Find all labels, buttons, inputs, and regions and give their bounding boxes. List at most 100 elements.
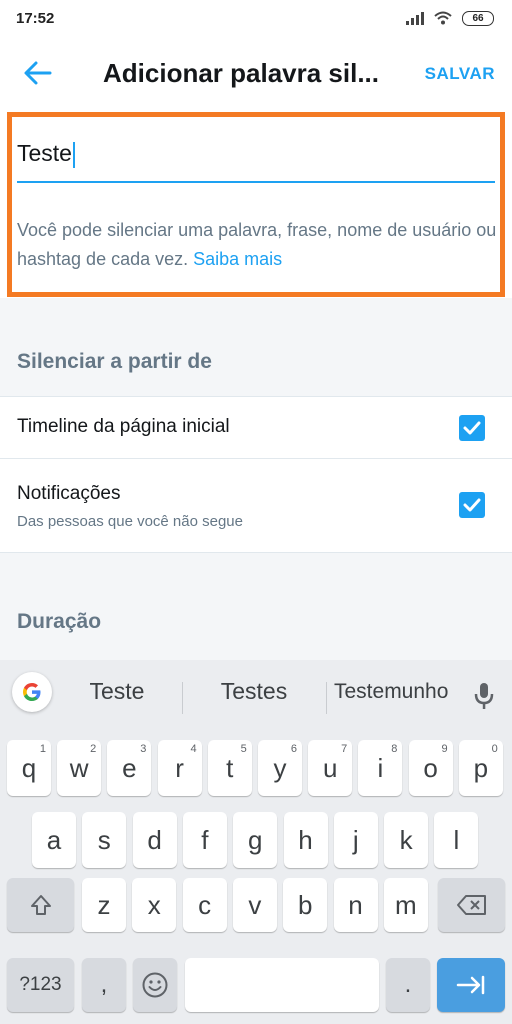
comma-key[interactable]: , (82, 958, 126, 1012)
backspace-icon (456, 895, 486, 915)
status-bar: 17:52 66 (0, 0, 512, 36)
key-c[interactable]: c (182, 878, 227, 932)
key-label: b (297, 889, 313, 920)
key-r[interactable]: r4 (157, 740, 202, 796)
suggestion-divider (182, 682, 183, 714)
key-label: h (298, 824, 313, 855)
symbols-key[interactable]: ?123 (7, 958, 74, 1012)
key-hint: 6 (290, 743, 297, 755)
app-bar: Adicionar palavra sil... SALVAR (0, 36, 512, 110)
key-m[interactable]: m (383, 878, 428, 932)
row-sublabel: Das pessoas que você não segue (17, 513, 243, 530)
key-hint: 4 (190, 743, 197, 755)
google-button[interactable] (12, 672, 52, 712)
key-t[interactable]: t5 (207, 740, 252, 796)
mute-notifications-row[interactable]: Notificações Das pessoas que você não se… (0, 458, 512, 553)
key-label: m (394, 889, 417, 920)
page-title: Adicionar palavra sil... (103, 58, 379, 88)
signal-icon (406, 11, 424, 25)
key-hint: 7 (341, 743, 348, 755)
enter-icon (456, 975, 485, 995)
key-label: z (97, 889, 111, 920)
checkbox-checked-icon (463, 421, 481, 435)
period-key[interactable]: . (386, 958, 430, 1012)
shift-icon (30, 895, 51, 915)
key-o[interactable]: o9 (408, 740, 453, 796)
key-u[interactable]: u7 (308, 740, 353, 796)
key-q[interactable]: q1 (7, 740, 51, 796)
key-label: e (122, 752, 137, 783)
duration-heading: Duração (17, 610, 102, 633)
suggestion-2[interactable]: Testes (196, 678, 312, 705)
key-w[interactable]: w2 (57, 740, 102, 796)
key-label: i (377, 752, 384, 783)
key-label: s (97, 824, 111, 855)
key-label: w (69, 752, 89, 783)
mic-icon (474, 683, 494, 709)
emoji-key[interactable] (133, 958, 177, 1012)
key-g[interactable]: g (233, 812, 278, 868)
key-y[interactable]: y6 (258, 740, 302, 796)
key-s[interactable]: s (82, 812, 127, 868)
status-time: 17:52 (16, 9, 55, 27)
suggestion-divider (326, 682, 327, 714)
emoji-icon (142, 972, 168, 998)
key-label: a (46, 824, 62, 855)
key-i[interactable]: i8 (358, 740, 403, 796)
back-button[interactable] (22, 58, 54, 88)
key-label: y (273, 752, 287, 783)
key-label: p (473, 752, 489, 783)
key-z[interactable]: z (82, 878, 126, 932)
key-label: v (248, 889, 262, 920)
key-e[interactable]: e3 (107, 740, 152, 796)
key-label: c (198, 889, 212, 920)
mic-button[interactable] (474, 682, 494, 715)
key-p[interactable]: p0 (458, 740, 503, 796)
mute-from-heading: Silenciar a partir de (17, 350, 212, 373)
key-k[interactable]: k (384, 812, 429, 868)
key-label: d (147, 824, 162, 855)
key-h[interactable]: h (283, 812, 328, 868)
backspace-key[interactable] (438, 878, 505, 932)
key-f[interactable]: f (182, 812, 227, 868)
key-hint: 9 (441, 743, 448, 755)
suggestion-bar: Teste Testes Testemunho (0, 660, 512, 720)
key-label: o (423, 752, 438, 783)
key-b[interactable]: b (283, 878, 328, 932)
enter-key[interactable] (437, 958, 505, 1012)
mute-home-timeline-row[interactable]: Timeline da página inicial (0, 396, 512, 458)
suggestion-3[interactable]: Testemunho (334, 680, 448, 704)
home-timeline-checkbox[interactable] (459, 415, 485, 441)
key-hint: 0 (491, 743, 498, 755)
key-hint: 2 (90, 743, 97, 755)
key-label: r (175, 752, 184, 783)
key-x[interactable]: x (132, 878, 177, 932)
suggestion-1[interactable]: Teste (62, 678, 172, 705)
key-hint: 1 (39, 743, 46, 755)
google-icon (23, 683, 41, 701)
row-label: Notificações (17, 483, 121, 504)
key-label: l (453, 824, 460, 855)
save-button[interactable]: SALVAR (425, 64, 495, 84)
key-label: f (201, 824, 209, 855)
shift-key[interactable] (7, 878, 74, 932)
key-d[interactable]: d (132, 812, 177, 868)
key-l[interactable]: l (434, 812, 479, 868)
key-label: j (352, 824, 359, 855)
notifications-checkbox[interactable] (459, 492, 485, 518)
key-j[interactable]: j (333, 812, 378, 868)
key-label: n (348, 889, 363, 920)
key-label: u (322, 752, 338, 783)
key-n[interactable]: n (333, 878, 378, 932)
highlight-annotation (7, 112, 505, 297)
key-v[interactable]: v (232, 878, 277, 932)
key-label: g (247, 824, 263, 855)
status-icons: 66 (406, 10, 494, 26)
wifi-icon (434, 11, 452, 25)
space-key[interactable] (185, 958, 379, 1012)
keyboard: Teste Testes Testemunho q1w2e3r4t5y6u7i8… (0, 660, 512, 1024)
key-a[interactable]: a (32, 812, 76, 868)
key-label: x (147, 889, 161, 920)
key-hint: 5 (240, 743, 247, 755)
row-label: Timeline da página inicial (17, 416, 230, 437)
